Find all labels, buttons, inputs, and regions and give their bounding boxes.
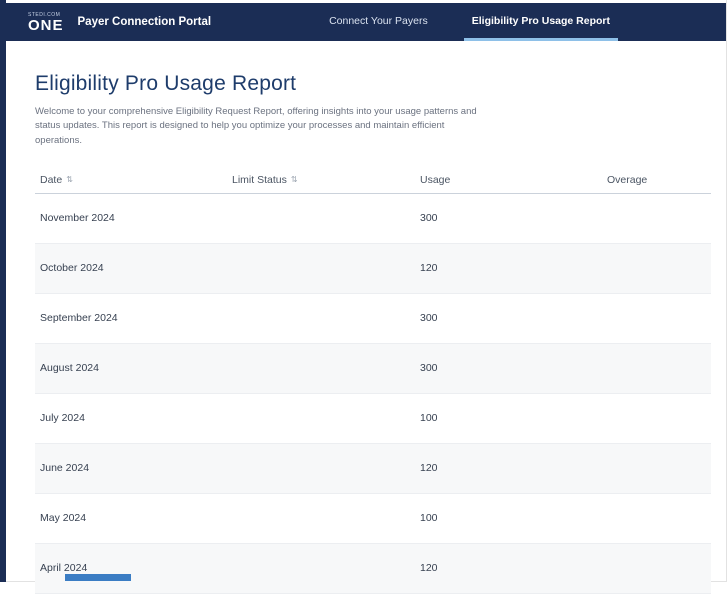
cell-usage: 100	[420, 412, 438, 425]
navbar-links: Connect Your Payers Eligibility Pro Usag…	[321, 3, 619, 41]
table-row: September 2024 300	[35, 294, 711, 344]
column-header-usage: Usage	[415, 174, 602, 186]
cell-date: November 2024	[40, 212, 115, 225]
cell-date: April 2024	[40, 562, 88, 575]
top-navbar: STEDI.COM ONE Payer Connection Portal Co…	[0, 3, 726, 41]
bottom-partial-element	[65, 574, 131, 581]
cell-usage: 120	[420, 262, 438, 275]
nav-item-eligibility-pro-usage-report[interactable]: Eligibility Pro Usage Report	[463, 3, 619, 41]
table-row: May 2024 100	[35, 494, 711, 544]
sort-icon[interactable]: ⇅	[291, 176, 298, 184]
table-row: July 2024 100	[35, 394, 711, 444]
column-header-label: Usage	[420, 174, 451, 187]
table-row: April 2024 120	[35, 543, 711, 594]
cell-usage: 300	[420, 312, 438, 325]
column-header-overage: Overage	[602, 174, 711, 186]
page-title: Eligibility Pro Usage Report	[35, 72, 297, 95]
column-header-label: Overage	[607, 174, 648, 187]
cell-usage: 120	[420, 462, 438, 475]
table-row: November 2024 300	[35, 194, 711, 244]
column-header-label: Limit Status	[232, 174, 287, 187]
usage-report-table: Date ⇅ Limit Status ⇅ Usage Overage November …	[35, 168, 711, 594]
main-content: Eligibility Pro Usage Report Welcome to …	[6, 41, 726, 594]
column-header-limit-status[interactable]: Limit Status ⇅	[227, 174, 415, 186]
app-title: Payer Connection Portal	[77, 16, 212, 28]
cell-date: June 2024	[40, 462, 90, 475]
cell-date: October 2024	[40, 262, 104, 275]
column-header-date[interactable]: Date ⇅	[35, 174, 227, 186]
cell-usage: 300	[420, 362, 438, 375]
cell-usage: 300	[420, 212, 438, 225]
sort-icon[interactable]: ⇅	[66, 176, 73, 184]
cell-date: July 2024	[40, 412, 85, 425]
nav-item-connect-your-payers[interactable]: Connect Your Payers	[321, 3, 436, 41]
cell-usage: 120	[420, 562, 438, 575]
table-body: November 2024 300 October 2024 120 September…	[35, 194, 711, 594]
table-row: June 2024 120	[35, 443, 711, 494]
cell-usage: 100	[420, 512, 438, 525]
brand-logo-one-text: ONE	[28, 16, 64, 34]
brand-logo[interactable]: STEDI.COM ONE	[28, 3, 64, 41]
cell-date: September 2024	[40, 312, 118, 325]
table-row: August 2024 300	[35, 343, 711, 394]
cell-date: May 2024	[40, 512, 87, 525]
cell-date: August 2024	[40, 362, 99, 375]
page-description: Welcome to your comprehensive Eligibilit…	[35, 106, 477, 146]
left-edge-strip	[0, 0, 6, 582]
column-header-label: Date	[40, 174, 63, 187]
table-header-row: Date ⇅ Limit Status ⇅ Usage Overage	[35, 168, 711, 194]
table-row: October 2024 120	[35, 243, 711, 294]
